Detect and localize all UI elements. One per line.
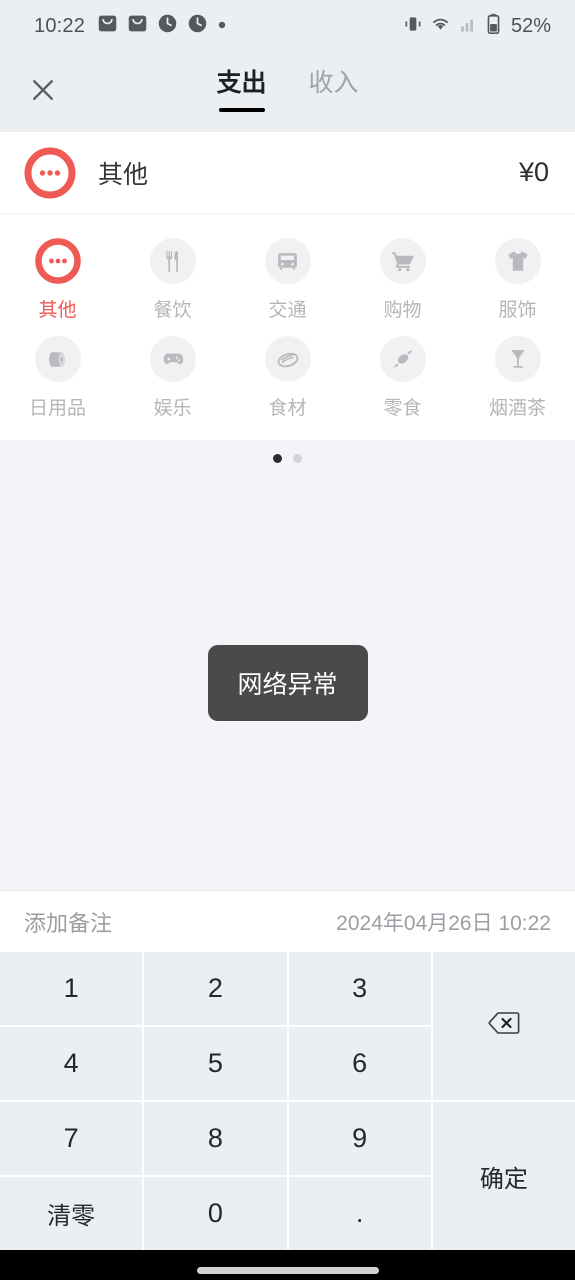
battery-percent: 52%: [510, 14, 551, 37]
mail-icon: [97, 13, 118, 39]
status-bar: 10:22 52%: [0, 0, 575, 52]
shopping-cart-icon: [379, 238, 426, 284]
key-4[interactable]: 4: [0, 1027, 143, 1100]
category-label: 其他: [38, 300, 77, 321]
key-0[interactable]: 0: [144, 1177, 287, 1250]
category-label: 食材: [268, 398, 307, 419]
clock-icon: [187, 13, 208, 39]
category-item-shopping[interactable]: 购物: [345, 230, 460, 328]
tab-expense-label: 支出: [216, 69, 267, 97]
category-row-2: 日用品 娱乐 食材 零食 烟酒茶: [0, 328, 575, 426]
close-button[interactable]: [26, 75, 60, 109]
key-6[interactable]: 6: [288, 1027, 431, 1100]
key-2[interactable]: 2: [144, 952, 287, 1025]
selected-entry-row[interactable]: 其他 ¥0: [0, 132, 575, 214]
key-3[interactable]: 3: [288, 952, 431, 1025]
category-item-entertainment[interactable]: 娱乐: [115, 328, 230, 426]
bus-icon: [264, 238, 311, 284]
tab-income-label: 收入: [308, 69, 359, 97]
dot-icon: [217, 17, 227, 35]
key-backspace[interactable]: [432, 952, 575, 1100]
category-item-other[interactable]: 其他: [0, 230, 115, 328]
gamepad-icon: [149, 336, 196, 382]
cutlery-icon: [149, 238, 196, 284]
category-item-tobacco-alcohol-tea[interactable]: 烟酒茶: [460, 328, 575, 426]
note-row: 添加备注 2024年04月26日 10:22: [0, 890, 575, 952]
backspace-icon: [487, 1010, 521, 1043]
system-navigation-bar: [0, 1250, 575, 1280]
category-label: 交通: [268, 300, 307, 321]
page-dot-1[interactable]: [273, 454, 282, 463]
battery-icon: [486, 13, 501, 40]
status-time: 10:22: [34, 14, 86, 37]
key-8[interactable]: 8: [144, 1102, 287, 1175]
key-5[interactable]: 5: [144, 1027, 287, 1100]
meat-icon: [264, 336, 311, 382]
page-indicator: [0, 440, 575, 475]
category-label: 餐饮: [153, 300, 192, 321]
category-label: 服饰: [498, 300, 537, 321]
other-dots-icon: [24, 147, 76, 199]
page-dot-2[interactable]: [293, 454, 302, 463]
selected-category-name: 其他: [98, 160, 149, 189]
key-decimal[interactable]: .: [288, 1177, 431, 1250]
mail-icon: [127, 13, 148, 39]
amount-display: ¥0: [518, 157, 549, 187]
candy-icon: [379, 336, 426, 382]
category-row-1: 其他 餐饮 交通 购物 服饰: [0, 230, 575, 328]
other-dots-icon: [34, 238, 81, 284]
category-label: 烟酒茶: [488, 398, 546, 419]
tab-income[interactable]: 收入: [309, 66, 359, 112]
signal-icon: [458, 14, 479, 39]
category-item-dining[interactable]: 餐饮: [115, 230, 230, 328]
category-label: 日用品: [28, 398, 86, 419]
header-bar: 支出 收入: [0, 52, 575, 132]
wifi-icon: [430, 13, 451, 39]
tab-list: 支出 收入: [216, 66, 359, 112]
tab-inactive-indicator: [311, 108, 357, 112]
wine-glass-icon: [494, 336, 541, 382]
status-bar-right: 52%: [403, 13, 551, 40]
close-icon: [28, 75, 58, 110]
key-clear[interactable]: 清零: [0, 1177, 143, 1250]
category-item-snacks[interactable]: 零食: [345, 328, 460, 426]
app-screen: 10:22 52% 支出 收入 其他 ¥0 其他 餐饮 交通 购物 服饰 日用品…: [0, 0, 575, 1280]
toast-message: 网络异常: [207, 644, 368, 721]
note-input[interactable]: 添加备注: [24, 906, 112, 938]
numeric-keypad: 1 2 3 4 5 6 7 8 9 确定 清零 0 .: [0, 952, 575, 1250]
home-indicator[interactable]: [196, 1266, 379, 1274]
category-item-clothing[interactable]: 服饰: [460, 230, 575, 328]
tab-expense[interactable]: 支出: [216, 66, 267, 112]
category-item-daily-goods[interactable]: 日用品: [0, 328, 115, 426]
status-bar-left: 10:22: [34, 13, 227, 39]
key-9[interactable]: 9: [288, 1102, 431, 1175]
category-item-transport[interactable]: 交通: [230, 230, 345, 328]
category-grid: 其他 餐饮 交通 购物 服饰 日用品 娱乐 食材 零食 烟酒茶: [0, 214, 575, 440]
key-7[interactable]: 7: [0, 1102, 143, 1175]
key-confirm[interactable]: 确定: [432, 1102, 575, 1250]
category-item-ingredients[interactable]: 食材: [230, 328, 345, 426]
category-label: 购物: [383, 300, 422, 321]
category-label: 娱乐: [153, 398, 192, 419]
tshirt-icon: [494, 238, 541, 284]
key-1[interactable]: 1: [0, 952, 143, 1025]
datetime-picker[interactable]: 2024年04月26日 10:22: [336, 907, 551, 937]
clock-icon: [157, 13, 178, 39]
vibrate-icon: [403, 14, 423, 39]
category-label: 零食: [383, 398, 422, 419]
tissue-roll-icon: [34, 336, 81, 382]
tab-active-indicator: [218, 108, 265, 112]
content-area: 网络异常: [0, 475, 575, 890]
